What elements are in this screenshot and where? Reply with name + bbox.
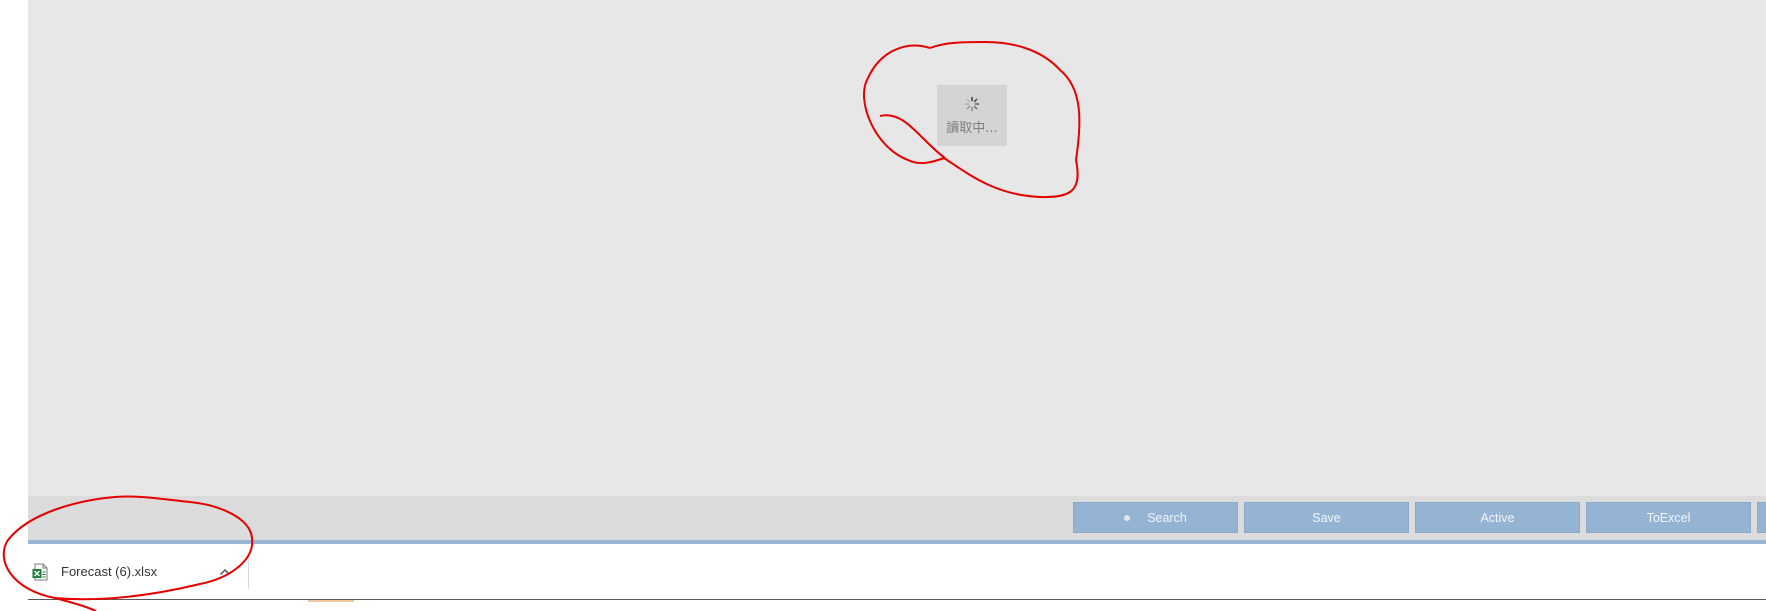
save-button-label: Save <box>1312 510 1341 525</box>
search-button-label: Search <box>1147 510 1187 525</box>
main-content-area: 讀取中... <box>28 0 1766 496</box>
loading-text: 讀取中... <box>946 120 998 136</box>
taskbar-highlight <box>308 600 354 602</box>
download-shelf: Forecast (6).xlsx <box>0 544 1766 599</box>
toexcel-button[interactable]: ToExcel <box>1586 502 1751 533</box>
toexcel-button-label: ToExcel <box>1646 510 1691 525</box>
download-separator <box>248 554 249 589</box>
spinner-icon <box>964 96 980 111</box>
excel-file-icon <box>32 563 48 580</box>
save-button[interactable]: Save <box>1244 502 1409 533</box>
action-toolbar: Search Save Active ToExcel <box>28 496 1766 540</box>
search-button[interactable]: Search <box>1073 502 1238 533</box>
active-button[interactable]: Active <box>1415 502 1580 533</box>
more-button-partial[interactable] <box>1757 502 1766 533</box>
left-margin <box>0 0 28 611</box>
download-item[interactable]: Forecast (6).xlsx <box>28 544 248 599</box>
dot-icon <box>1124 514 1131 521</box>
active-button-label: Active <box>1480 510 1515 525</box>
download-file-name: Forecast (6).xlsx <box>61 564 158 579</box>
loading-indicator: 讀取中... <box>937 85 1007 146</box>
chevron-up-icon[interactable] <box>218 565 232 579</box>
bottom-strip <box>0 600 1766 611</box>
screen: 讀取中... Search Save Active ToExcel Foreca… <box>0 0 1766 611</box>
